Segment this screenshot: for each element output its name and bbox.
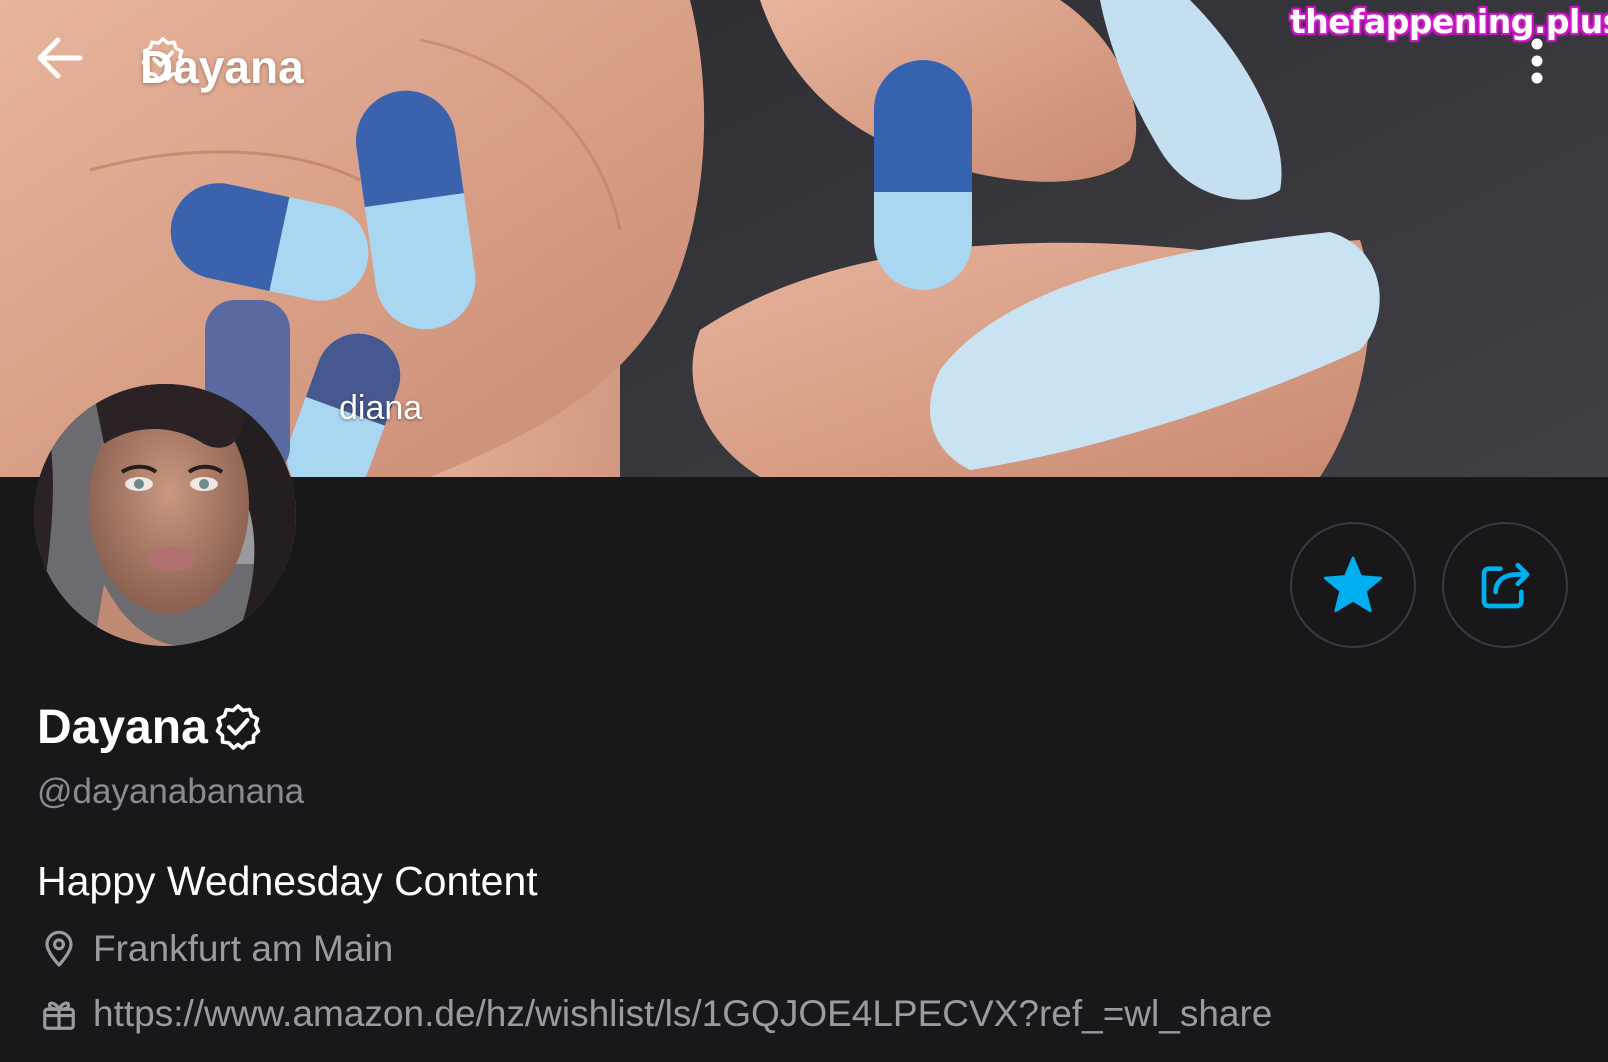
profile-page: Dayana thefappening.plus diana Dayana @d… — [0, 0, 1608, 1062]
avatar[interactable] — [34, 384, 296, 646]
gift-icon — [37, 992, 81, 1036]
more-vertical-icon — [1531, 38, 1543, 84]
wishlist-link-text[interactable]: https://www.amazon.de/hz/wishlist/ls/1GQ… — [93, 993, 1272, 1035]
location-row: Frankfurt am Main — [37, 926, 393, 972]
display-name-text: Dayana — [37, 700, 208, 754]
more-options-button[interactable] — [1530, 38, 1580, 96]
share-icon — [1481, 562, 1530, 609]
star-icon — [1323, 556, 1383, 613]
location-text: Frankfurt am Main — [93, 928, 394, 969]
watermark: thefappening.plus — [1290, 2, 1608, 41]
header-title: Dayana — [140, 36, 310, 98]
arrow-left-icon — [37, 37, 83, 79]
cover-caption: diana — [339, 389, 423, 427]
back-button[interactable] — [34, 36, 96, 98]
wishlist-link[interactable]: https://www.amazon.de/hz/wishlist/ls/1GQ… — [37, 991, 1272, 1037]
favorite-button[interactable] — [1290, 522, 1416, 648]
map-pin-icon — [37, 927, 81, 971]
share-button[interactable] — [1442, 522, 1568, 648]
profile-handle: @dayanabanana — [37, 772, 305, 811]
verified-badge-icon — [214, 703, 262, 751]
profile-bio: Happy Wednesday Content — [37, 858, 538, 904]
profile-display-name: Dayana — [37, 697, 262, 757]
avatar-photo — [34, 384, 296, 646]
